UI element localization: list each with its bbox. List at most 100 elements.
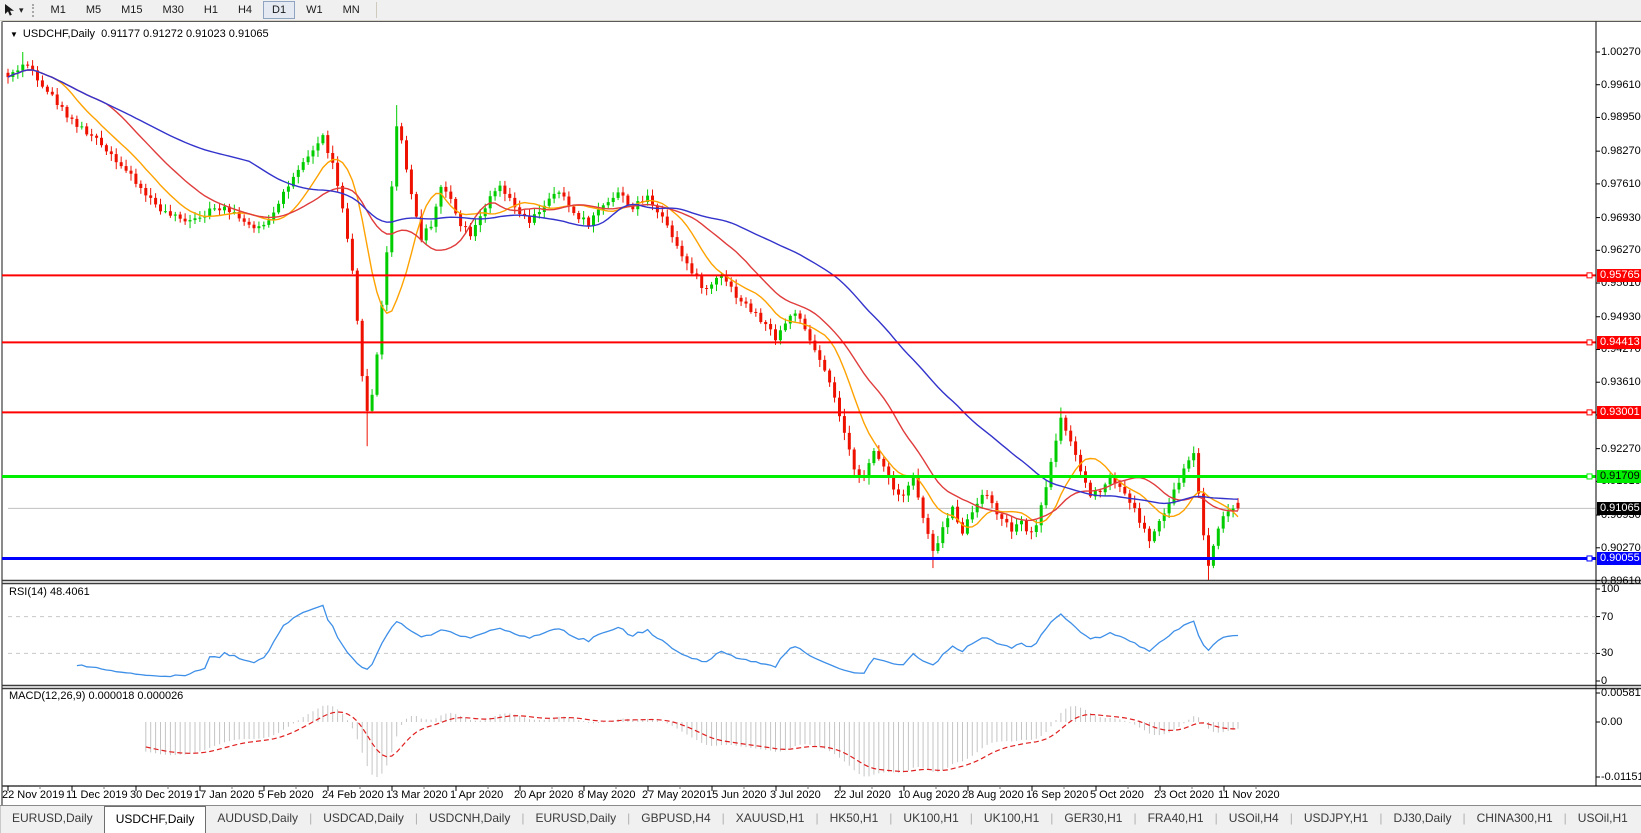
timeframe-button-d1[interactable]: D1 (263, 1, 295, 19)
chart-tab-hk50-h1[interactable]: HK50,H1 (819, 806, 890, 833)
chart-tab-gbpusd-h4[interactable]: GBPUSD,H4 (630, 806, 721, 833)
date-label: 8 May 2020 (578, 789, 635, 801)
macd-histogram (146, 705, 1238, 777)
chart-tab-fra40-h1[interactable]: FRA40,H1 (1137, 806, 1215, 833)
chart-tab-usdchf-daily[interactable]: USDCHF,Daily (104, 806, 207, 833)
cursor-tool-dropdown-icon[interactable]: ▾ (19, 5, 24, 16)
date-label: 22 Jul 2020 (834, 789, 891, 801)
toolbar-separator (376, 2, 377, 18)
chart-tab-eurusd-daily[interactable]: EURUSD,Daily (1, 806, 104, 833)
timeframe-button-mn[interactable]: MN (334, 1, 369, 19)
macd-axis-label: 0.005818 (1601, 687, 1641, 699)
timeframe-button-h1[interactable]: H1 (195, 1, 227, 19)
date-label: 11 Dec 2019 (66, 789, 128, 801)
hline-handle-0.94413[interactable] (1587, 340, 1592, 345)
date-label: 5 Feb 2020 (258, 789, 314, 801)
date-label: 28 Aug 2020 (962, 789, 1024, 801)
chart-tab-uk100-h1[interactable]: UK100,H1 (892, 806, 969, 833)
hline-handle-0.91709[interactable] (1587, 474, 1592, 479)
price-axis-label: 0.98950 (1601, 111, 1641, 123)
hline-handle-0.90055[interactable] (1587, 556, 1592, 561)
macd-axis-label: 0.00 (1601, 716, 1622, 728)
price-tag-0.90055: 0.90055 (1597, 552, 1641, 565)
ma-mid-line (8, 70, 1238, 520)
chart-tab-usoil-h4[interactable]: USOil,H4 (1218, 806, 1290, 833)
rsi-indicator-label: RSI(14) 48.4061 (9, 586, 90, 598)
chart-tab-ger30-h1[interactable]: GER30,H1 (1053, 806, 1133, 833)
chart-window: ▼ USDCHF,Daily 0.91177 0.91272 0.91023 0.… (0, 20, 1641, 805)
chart-tab-china300-h1[interactable]: CHINA300,H1 (1466, 806, 1564, 833)
chart-symbol-label: ▼ USDCHF,Daily 0.91177 0.91272 0.91023 0.… (10, 28, 269, 40)
toolbar-grip[interactable] (32, 4, 34, 17)
collapse-icon[interactable]: ▼ (10, 30, 18, 39)
chart-tab-usdjpy-h1[interactable]: USDJPY,H1 (1293, 806, 1379, 833)
price-tag-0.94413: 0.94413 (1597, 336, 1641, 349)
timeframe-button-h4[interactable]: H4 (229, 1, 261, 19)
macd-values: 0.000018 0.000026 (88, 690, 183, 702)
chart-tab-usoil-h1[interactable]: USOil,H1 (1567, 806, 1639, 833)
macd-name: MACD(12,26,9) (9, 690, 85, 702)
price-axis-label: 0.93610 (1601, 376, 1641, 388)
rsi-line (77, 605, 1238, 676)
mt4-terminal: ▾ M1M5M15M30H1H4D1W1MN ▼ USDCHF,Daily 0.9… (0, 0, 1641, 832)
date-label: 15 Jun 2020 (706, 789, 767, 801)
date-label: 17 Jan 2020 (194, 789, 255, 801)
date-label: 3 Jul 2020 (770, 789, 821, 801)
date-label: 22 Nov 2019 (2, 789, 64, 801)
price-tag-0.95765: 0.95765 (1597, 269, 1641, 282)
rsi-axis-label: 100 (1601, 583, 1619, 595)
macd-indicator-label: MACD(12,26,9) 0.000018 0.000026 (9, 690, 183, 702)
date-label: 23 Oct 2020 (1154, 789, 1214, 801)
price-axis-label: 0.99610 (1601, 79, 1641, 91)
date-label: 11 Nov 2020 (1218, 789, 1280, 801)
price-axis-label: 0.96930 (1601, 212, 1641, 224)
date-label: 13 Mar 2020 (386, 789, 448, 801)
timeframe-button-m5[interactable]: M5 (77, 1, 110, 19)
rsi-axis-label: 30 (1601, 647, 1613, 659)
current-price-tag: 0.91065 (1597, 502, 1641, 515)
price-axis-label: 0.92270 (1601, 443, 1641, 455)
price-axis-label: 1.00270 (1601, 46, 1641, 58)
chart-canvas[interactable] (0, 20, 1641, 805)
tabs-host: EURUSD,DailyUSDCHF,DailyAUDUSD,Daily|USD… (1, 806, 1639, 833)
hline-handle-0.95765[interactable] (1587, 273, 1592, 278)
ma-slow-line (8, 70, 1238, 503)
date-label: 16 Sep 2020 (1026, 789, 1088, 801)
date-label: 20 Apr 2020 (514, 789, 573, 801)
symbol-name: USDCHF,Daily (23, 28, 95, 40)
chart-tab-audusd-daily[interactable]: AUDUSD,Daily (206, 806, 309, 833)
chart-tab-dj30-daily[interactable]: DJ30,Daily (1382, 806, 1462, 833)
chart-tab-usdcnh-daily[interactable]: USDCNH,Daily (418, 806, 521, 833)
price-axis-label: 0.97610 (1601, 178, 1641, 190)
price-tag-0.91709: 0.91709 (1597, 470, 1641, 483)
chart-tab-eurusd-daily[interactable]: EURUSD,Daily (524, 806, 627, 833)
timeframe-button-w1[interactable]: W1 (297, 1, 332, 19)
hline-handle-0.93001[interactable] (1587, 410, 1592, 415)
chart-tab-uk100-h1[interactable]: UK100,H1 (973, 806, 1050, 833)
date-label: 24 Feb 2020 (322, 789, 384, 801)
date-label: 30 Dec 2019 (130, 789, 192, 801)
timeframe-button-m15[interactable]: M15 (112, 1, 151, 19)
price-axis-label: 0.94930 (1601, 311, 1641, 323)
rsi-axis-label: 70 (1601, 611, 1613, 623)
price-axis-label: 0.98270 (1601, 145, 1641, 157)
rsi-value: 48.4061 (50, 586, 90, 598)
price-axis-label: 0.96270 (1601, 244, 1641, 256)
chart-tab-usdcad-daily[interactable]: USDCAD,Daily (312, 806, 415, 833)
timeframe-button-m30[interactable]: M30 (154, 1, 193, 19)
date-label: 5 Oct 2020 (1090, 789, 1144, 801)
timeframe-button-m1[interactable]: M1 (42, 1, 75, 19)
chart-tab-bar: EURUSD,DailyUSDCHF,DailyAUDUSD,Daily|USD… (0, 805, 1641, 833)
cursor-tool-icon[interactable] (3, 3, 17, 17)
ma-fast-line (8, 70, 1238, 527)
rsi-axis-label: 0 (1601, 675, 1607, 687)
date-label: 1 Apr 2020 (450, 789, 503, 801)
top-toolbar: ▾ M1M5M15M30H1H4D1W1MN (0, 0, 1641, 21)
ohlc-values: 0.91177 0.91272 0.91023 0.91065 (101, 28, 268, 40)
macd-signal-line (146, 712, 1238, 772)
chart-tab-xauusd-h1[interactable]: XAUUSD,H1 (725, 806, 816, 833)
date-label: 27 May 2020 (642, 789, 706, 801)
macd-axis-label: -0.011514 (1601, 771, 1641, 783)
rsi-name: RSI(14) (9, 586, 47, 598)
timeframe-toolbar: M1M5M15M30H1H4D1W1MN (41, 1, 370, 19)
